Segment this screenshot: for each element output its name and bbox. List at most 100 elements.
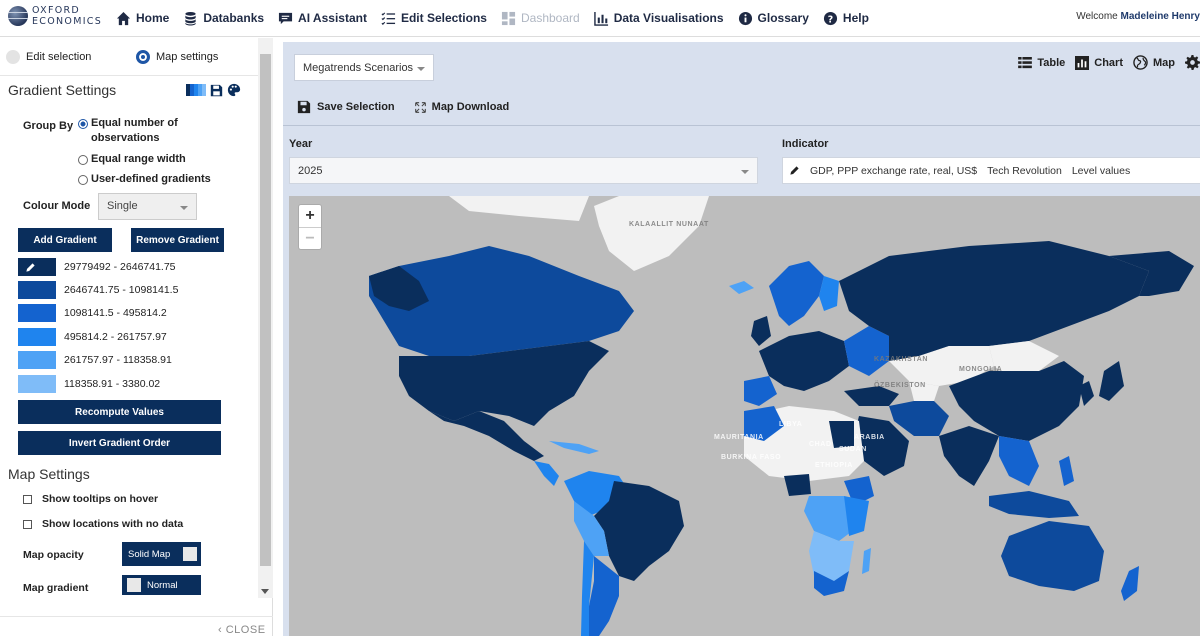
toggle-knob xyxy=(183,547,197,561)
nav-edit-selections[interactable]: Edit Selections xyxy=(381,11,487,26)
iberia xyxy=(744,376,777,406)
help-icon: ? xyxy=(823,11,837,25)
radio-user-defined[interactable] xyxy=(78,175,88,185)
map-label: KAZAKHSTAN xyxy=(874,356,929,363)
gradient-row[interactable]: 1098141.5 - 495814.2 xyxy=(18,304,167,322)
save-gradient-icon[interactable] xyxy=(210,84,223,97)
new-zealand xyxy=(1121,566,1139,601)
gear-icon[interactable] xyxy=(1185,55,1200,70)
map-gradient-toggle[interactable]: Normal xyxy=(122,575,201,595)
zoom-out-button[interactable]: − xyxy=(299,227,321,249)
panel-scrollbar[interactable] xyxy=(258,38,273,598)
chevron-left-icon: ‹ xyxy=(218,624,223,636)
option-equal-observations[interactable]: Equal number of observations xyxy=(78,116,178,146)
toggle-knob xyxy=(127,578,141,592)
remove-gradient-button[interactable]: Remove Gradient xyxy=(131,228,224,252)
nav-glossary[interactable]: Glossary xyxy=(738,11,809,26)
tab-map[interactable]: Map xyxy=(1133,55,1175,70)
map-actions: Save Selection Map Download xyxy=(297,100,509,114)
colour-palette-icon[interactable] xyxy=(227,83,241,97)
radio-edit-selection[interactable] xyxy=(6,49,20,64)
radio-map-settings[interactable] xyxy=(136,49,150,64)
gradient-swatch[interactable] xyxy=(18,281,56,299)
bar-chart-icon xyxy=(1075,55,1090,70)
gradient-row[interactable]: 261757.97 - 118358.91 xyxy=(18,351,172,369)
home-icon xyxy=(116,11,131,25)
madagascar xyxy=(862,548,871,574)
user-name[interactable]: Madeleine Henry xyxy=(1121,11,1200,22)
world-map[interactable]: + − KALAALLIT NUNAAT KAZAKHSTAN MONGOLIA… xyxy=(289,196,1200,636)
gradient-palette-icon[interactable] xyxy=(186,84,206,96)
map-label: CHAD xyxy=(809,441,832,448)
map-label: ETHIOPIA xyxy=(815,462,853,469)
scandinavia xyxy=(769,261,824,326)
gradient-row[interactable]: 29779492 - 2646741.75 xyxy=(18,258,176,276)
nav-data-visualisations[interactable]: Data Visualisations xyxy=(593,11,724,26)
eastern-europe xyxy=(844,326,889,376)
checkbox-show-tooltips[interactable] xyxy=(23,494,32,504)
dashboard-icon xyxy=(501,11,516,25)
tab-chart[interactable]: Chart xyxy=(1075,55,1123,70)
tab-edit-selection[interactable]: Edit selection xyxy=(6,49,136,64)
greenland xyxy=(594,196,709,271)
option-show-no-data[interactable]: Show locations with no data xyxy=(23,518,183,530)
gradient-swatch[interactable] xyxy=(18,351,56,369)
radio-equal-observations[interactable] xyxy=(78,119,88,129)
radio-equal-range[interactable] xyxy=(78,155,88,165)
scroll-down-arrow[interactable] xyxy=(261,589,269,594)
close-panel-link[interactable]: ‹ CLOSE xyxy=(218,624,266,636)
save-selection-button[interactable]: Save Selection xyxy=(297,100,395,114)
main-content: Megatrends Scenarios Table Chart Map Sav… xyxy=(283,42,1200,636)
colour-mode-select[interactable]: Single xyxy=(98,193,197,220)
zoom-in-button[interactable]: + xyxy=(299,205,321,227)
map-opacity-label: Map opacity xyxy=(23,549,84,561)
welcome-message: Welcome Madeleine Henry xyxy=(1076,11,1200,22)
nav-dashboard[interactable]: Dashboard xyxy=(501,11,580,26)
map-label: LIBYA xyxy=(779,421,803,428)
japan xyxy=(1099,361,1124,401)
tab-map-settings[interactable]: Map settings xyxy=(136,49,266,64)
indicator-field[interactable]: GDP, PPP exchange rate, real, US$ Tech R… xyxy=(782,157,1200,184)
map-settings-title: Map Settings xyxy=(8,466,90,482)
recompute-values-button[interactable]: Recompute Values xyxy=(18,400,221,424)
nav-help[interactable]: ? Help xyxy=(823,11,869,26)
scrollbar-thumb[interactable] xyxy=(260,54,271,566)
australia xyxy=(1001,521,1104,591)
gradient-swatch[interactable] xyxy=(18,304,56,322)
gradient-swatch[interactable] xyxy=(18,258,56,276)
world-map-svg[interactable] xyxy=(289,196,1200,636)
gradient-row[interactable]: 2646741.75 - 1098141.5 xyxy=(18,281,178,299)
year-select[interactable]: 2025 xyxy=(289,157,758,184)
nigeria xyxy=(784,474,811,496)
indicator-label: Indicator xyxy=(782,138,829,150)
chat-icon xyxy=(278,12,293,24)
invert-gradient-order-button[interactable]: Invert Gradient Order xyxy=(18,431,221,455)
scenario-select[interactable]: Megatrends Scenarios xyxy=(294,54,434,81)
pencil-icon[interactable] xyxy=(789,165,800,176)
gradient-swatch[interactable] xyxy=(18,375,56,393)
nav-ai-assistant[interactable]: AI Assistant xyxy=(278,11,367,26)
map-download-button[interactable]: Map Download xyxy=(414,101,509,113)
map-label: MONGOLIA xyxy=(959,366,1003,373)
oxford-economics-logo[interactable]: OXFORD ECONOMICS xyxy=(8,5,102,27)
checkbox-show-no-data[interactable] xyxy=(23,519,32,529)
map-opacity-toggle[interactable]: Solid Map xyxy=(122,542,201,566)
zoom-control: + − xyxy=(298,204,322,250)
option-user-defined[interactable]: User-defined gradients xyxy=(78,172,211,187)
gradient-swatch[interactable] xyxy=(18,328,56,346)
option-equal-range[interactable]: Equal range width xyxy=(78,152,186,167)
panel-tabs: Edit selection Map settings xyxy=(0,38,272,76)
western-europe xyxy=(759,331,849,391)
gradient-row[interactable]: 118358.91 - 3380.02 xyxy=(18,375,160,393)
pencil-icon[interactable] xyxy=(25,262,36,273)
chevron-down-icon xyxy=(417,67,425,71)
nav-databanks[interactable]: Databanks xyxy=(183,11,264,26)
add-gradient-button[interactable]: Add Gradient xyxy=(18,228,112,252)
option-show-tooltips[interactable]: Show tooltips on hover xyxy=(23,493,158,505)
tab-table[interactable]: Table xyxy=(1018,56,1065,69)
southeast-asia xyxy=(999,436,1039,486)
gradient-row[interactable]: 495814.2 - 261757.97 xyxy=(18,328,167,346)
top-navigation: OXFORD ECONOMICS Home Databanks AI Assis… xyxy=(0,0,1200,37)
nav-home[interactable]: Home xyxy=(116,11,169,26)
turkey xyxy=(844,386,899,406)
